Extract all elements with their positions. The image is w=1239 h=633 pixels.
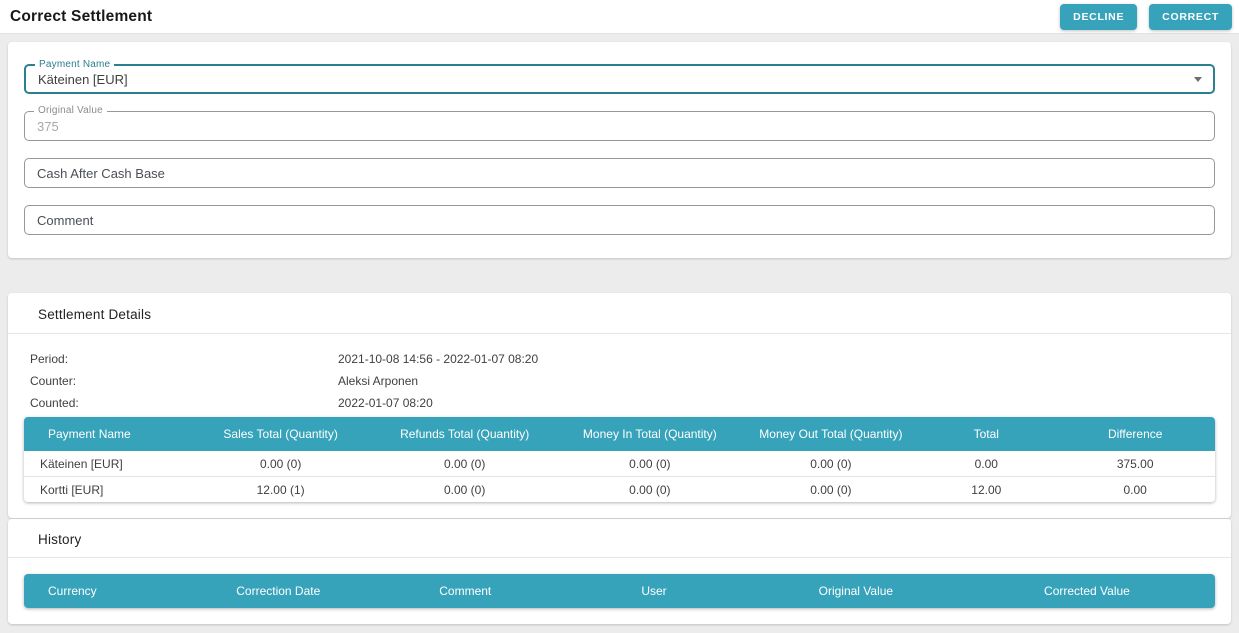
detail-value: 2022-01-07 08:20: [338, 396, 433, 410]
cash-after-cash-base-input[interactable]: [24, 158, 1215, 188]
settlement-details-title: Settlement Details: [8, 293, 1231, 333]
column-header: Payment Name: [24, 417, 187, 451]
column-header: Sales Total (Quantity): [187, 417, 374, 451]
original-value-label: Original Value: [34, 105, 107, 117]
detail-row: Counter:Aleksi Arponen: [30, 370, 1231, 392]
column-header: Total: [917, 417, 1055, 451]
table-cell: 0.00: [1055, 476, 1215, 502]
comment-input[interactable]: [24, 205, 1215, 235]
table-cell: Kortti [EUR]: [24, 476, 187, 502]
column-header: Correction Date: [181, 574, 375, 608]
table-cell: 0.00 (0): [745, 476, 918, 502]
history-table: CurrencyCorrection DateCommentUserOrigin…: [24, 574, 1215, 608]
history-title: History: [8, 519, 1231, 557]
topbar-actions: DECLINE CORRECT: [1060, 4, 1232, 30]
column-header: Comment: [375, 574, 555, 608]
table-cell: 0.00 (0): [555, 476, 744, 502]
payment-name-select[interactable]: Payment Name Käteinen [EUR]: [24, 64, 1215, 94]
table-cell: 375.00: [1055, 451, 1215, 476]
column-header: User: [555, 574, 753, 608]
settlement-table: Payment NameSales Total (Quantity)Refund…: [24, 417, 1215, 502]
table-cell: 0.00 (0): [745, 451, 918, 476]
detail-value: 2021-10-08 14:56 - 2022-01-07 08:20: [338, 352, 538, 366]
column-header: Original Value: [753, 574, 959, 608]
table-cell: 0.00 (0): [374, 476, 555, 502]
column-header: Money Out Total (Quantity): [745, 417, 918, 451]
table-header-row: CurrencyCorrection DateCommentUserOrigin…: [24, 574, 1215, 608]
settlement-details-list: Period:2021-10-08 14:56 - 2022-01-07 08:…: [8, 334, 1231, 417]
detail-row: Period:2021-10-08 14:56 - 2022-01-07 08:…: [30, 348, 1231, 370]
payment-name-value: Käteinen [EUR]: [38, 72, 128, 87]
divider: [8, 557, 1231, 558]
table-cell: 0.00: [917, 451, 1055, 476]
correct-button[interactable]: CORRECT: [1149, 4, 1232, 30]
column-header: Refunds Total (Quantity): [374, 417, 555, 451]
decline-button[interactable]: DECLINE: [1060, 4, 1137, 30]
original-value-field: Original Value 375: [24, 111, 1215, 141]
column-header: Money In Total (Quantity): [555, 417, 744, 451]
table-cell: 0.00 (0): [555, 451, 744, 476]
detail-label: Period:: [30, 352, 338, 366]
table-header-row: Payment NameSales Total (Quantity)Refund…: [24, 417, 1215, 451]
column-header: Currency: [24, 574, 181, 608]
table-row: Kortti [EUR]12.00 (1)0.00 (0)0.00 (0)0.0…: [24, 476, 1215, 502]
column-header: Corrected Value: [959, 574, 1215, 608]
table-cell: 12.00 (1): [187, 476, 374, 502]
history-card: History CurrencyCorrection DateCommentUs…: [8, 519, 1231, 624]
table-cell: 0.00 (0): [187, 451, 374, 476]
table-row: Käteinen [EUR]0.00 (0)0.00 (0)0.00 (0)0.…: [24, 451, 1215, 476]
table-cell: 0.00 (0): [374, 451, 555, 476]
settlement-details-card: Settlement Details Period:2021-10-08 14:…: [8, 293, 1231, 518]
detail-label: Counter:: [30, 374, 338, 388]
dropdown-arrow-icon: [1194, 77, 1202, 82]
column-header: Difference: [1055, 417, 1215, 451]
detail-row: Counted:2022-01-07 08:20: [30, 392, 1231, 414]
table-cell: Käteinen [EUR]: [24, 451, 187, 476]
detail-label: Counted:: [30, 396, 338, 410]
topbar: Correct Settlement DECLINE CORRECT: [0, 0, 1239, 34]
correction-form-card: Payment Name Käteinen [EUR] Original Val…: [8, 42, 1231, 258]
detail-value: Aleksi Arponen: [338, 374, 418, 388]
payment-name-label: Payment Name: [35, 59, 114, 71]
page-title: Correct Settlement: [10, 8, 152, 26]
original-value-text: 375: [37, 119, 59, 134]
table-cell: 12.00: [917, 476, 1055, 502]
